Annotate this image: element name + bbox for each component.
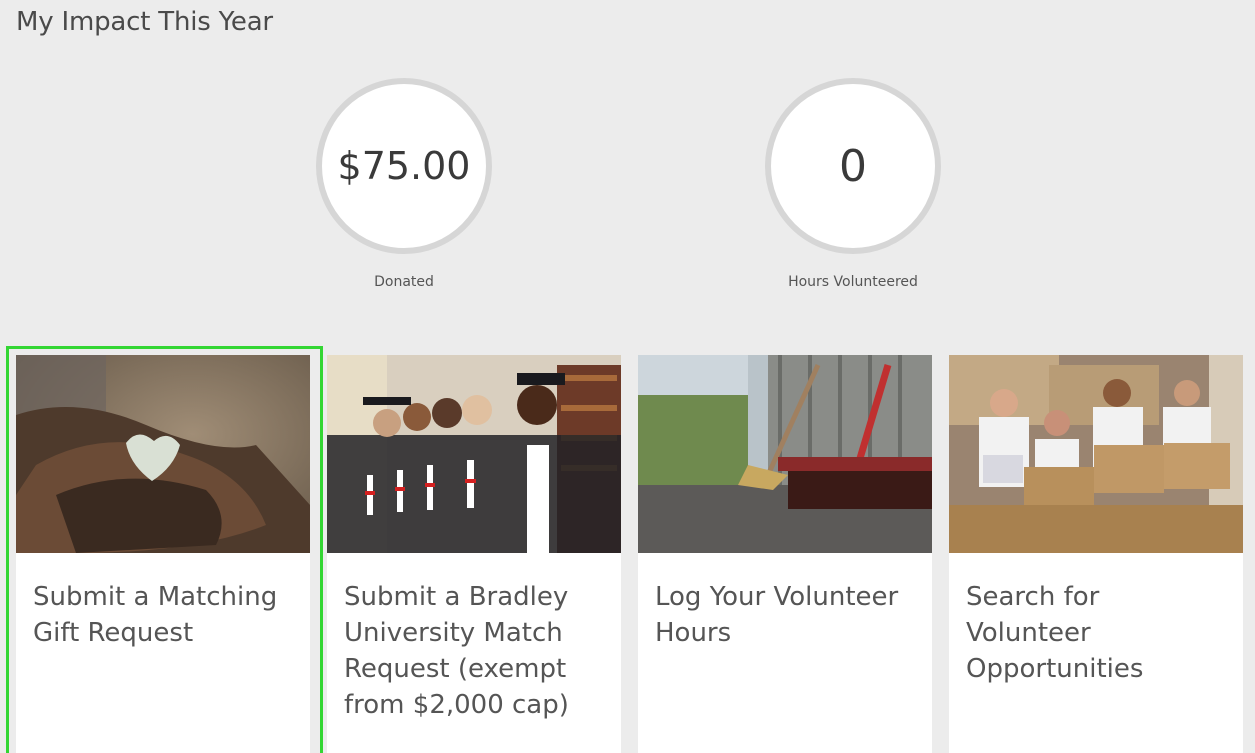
hours-label: Hours Volunteered bbox=[788, 274, 918, 290]
hours-amount: 0 bbox=[839, 140, 867, 192]
volunteers-image bbox=[949, 355, 1243, 553]
donated-label: Donated bbox=[374, 274, 434, 290]
impact-section-title: My Impact This Year bbox=[16, 7, 273, 37]
donated-amount: $75.00 bbox=[337, 144, 471, 188]
broom-image bbox=[638, 355, 932, 553]
matching-gift-card[interactable]: Submit a Matching Gift Request bbox=[16, 355, 310, 753]
log-hours-card[interactable]: Log Your Volunteer Hours bbox=[638, 355, 932, 753]
donated-stat: $75.00 Donated bbox=[316, 78, 492, 290]
hours-circle: 0 bbox=[765, 78, 941, 254]
bradley-match-title: Submit a Bradley University Match Reques… bbox=[344, 582, 569, 720]
bradley-match-card[interactable]: Submit a Bradley University Match Reques… bbox=[327, 355, 621, 753]
graduates-image bbox=[327, 355, 621, 553]
log-hours-title: Log Your Volunteer Hours bbox=[655, 582, 899, 648]
impact-dashboard: My Impact This Year $75.00 Donated 0 Hou… bbox=[0, 0, 1255, 753]
hours-stat: 0 Hours Volunteered bbox=[765, 78, 941, 290]
hands-heart-image bbox=[16, 355, 310, 553]
matching-gift-title: Submit a Matching Gift Request bbox=[33, 582, 278, 648]
donated-circle: $75.00 bbox=[316, 78, 492, 254]
search-opportunities-title: Search for Volunteer Opportunities bbox=[966, 582, 1144, 684]
search-opportunities-card[interactable]: Search for Volunteer Opportunities bbox=[949, 355, 1243, 753]
